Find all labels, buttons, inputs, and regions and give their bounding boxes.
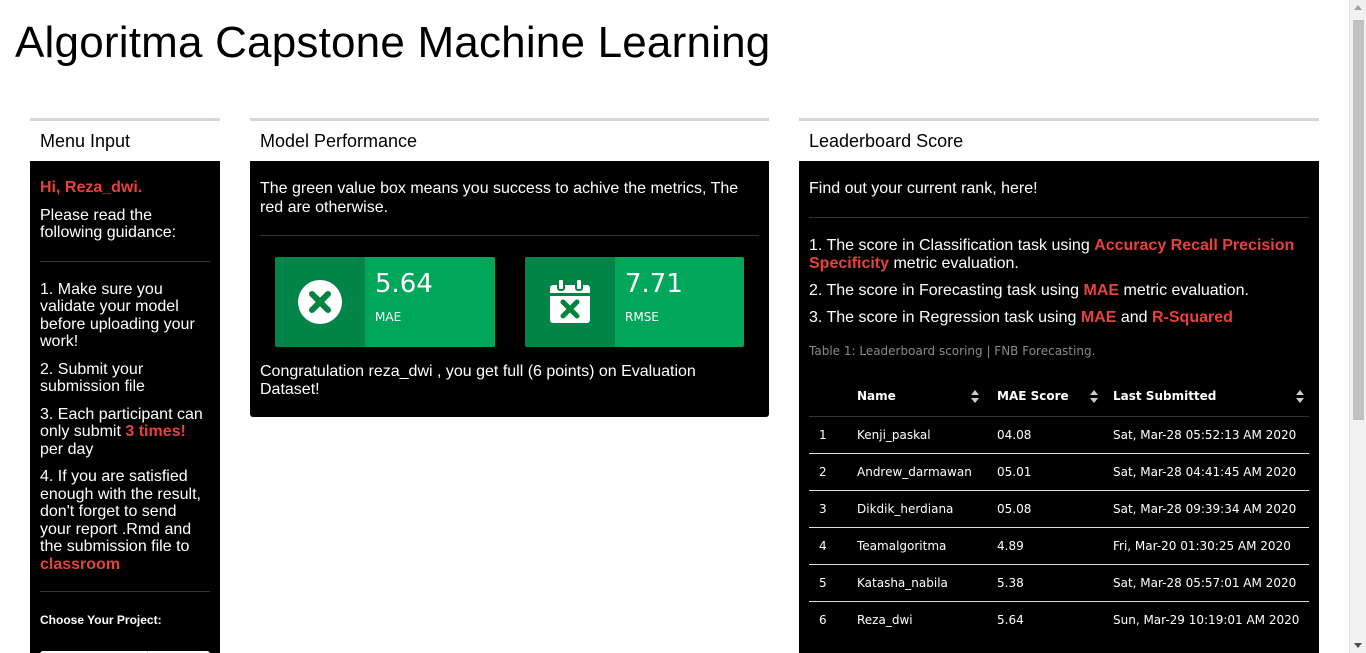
model-performance-panel: Model Performance The green value box me…: [250, 118, 769, 417]
metrics-note: The green value box means you success to…: [260, 180, 739, 216]
last-submitted-cell: Sat, Mar-28 05:52:13 AM 2020: [1103, 415, 1309, 453]
table-row: 5 Katasha_nabila 5.38 Sat, Mar-28 05:57:01 …: [809, 563, 1309, 601]
scroll-down-icon[interactable]: [1354, 643, 1362, 648]
menu-input-panel: Menu Input Hi, Reza_dwi. Please read the…: [30, 118, 220, 653]
scoring-classification-tail: metric evaluation.: [889, 255, 1019, 272]
column-header-submitted[interactable]: Last Submitted: [1103, 376, 1309, 417]
classroom-link[interactable]: classroom: [40, 556, 120, 573]
sort-icon: [1296, 390, 1304, 404]
sort-icon: [1090, 390, 1098, 404]
table-caption: Table 1: Leaderboard scoring | FNB Forec…: [809, 344, 1096, 358]
mae-score-cell: 04.08: [997, 415, 1103, 453]
divider: [260, 235, 759, 236]
mae-score-cell: 5.64: [997, 600, 1103, 638]
regression-metric-rsquared: R-Squared: [1152, 309, 1233, 326]
last-submitted-cell: Sat, Mar-28 04:41:45 AM 2020: [1103, 452, 1309, 490]
guidance-intro: Please read the following guidance:: [40, 206, 177, 242]
mae-value-box: 5.64 MAE: [275, 257, 495, 347]
mae-score-cell: 5.38: [997, 563, 1103, 601]
name-cell: Teamalgoritma: [855, 526, 997, 564]
last-submitted-cell: Sat, Mar-28 09:39:34 AM 2020: [1103, 489, 1309, 527]
table-row: 2 Andrew_darmawan 05.01 Sat, Mar-28 04:41:4…: [809, 452, 1309, 490]
column-header-mae[interactable]: MAE Score: [997, 376, 1103, 417]
rank-cell: 4: [809, 526, 855, 564]
name-cell: Andrew_darmawan: [855, 452, 997, 490]
divider: [40, 260, 210, 262]
leaderboard-body: Find out your current rank, here! 1. The…: [799, 161, 1319, 653]
table-row: 4 Teamalgoritma 4.89 Fri, Mar-20 01:30:25 A…: [809, 526, 1309, 564]
rmse-value-box: 7.71 RMSE: [525, 257, 744, 347]
rank-cell: 6: [809, 600, 855, 638]
rmse-value: 7.71: [625, 269, 683, 299]
rmse-label: RMSE: [625, 310, 659, 324]
regression-metric-mae: MAE: [1080, 309, 1117, 326]
column-header-mae-label: MAE Score: [997, 388, 1069, 403]
scoring-regression-text: 3. The score in Regression task using: [809, 309, 1081, 326]
column-header-rank[interactable]: [809, 376, 855, 417]
name-cell: Katasha_nabila: [855, 563, 997, 601]
column-header-submitted-label: Last Submitted: [1113, 388, 1217, 403]
scoring-forecasting: 2. The score in Forecasting task using M…: [809, 282, 1309, 300]
scoring-classification-text: 1. The score in Classification task usin…: [809, 237, 1095, 254]
table-row: 6 Reza_dwi 5.64 Sun, Mar-29 10:19:01 AM 202…: [809, 600, 1309, 638]
leaderboard-panel: Leaderboard Score Find out your current …: [799, 118, 1319, 653]
name-cell: Reza_dwi: [855, 600, 997, 638]
page-title: Algoritma Capstone Machine Learning: [15, 18, 771, 67]
mae-score-cell: 05.01: [997, 452, 1103, 490]
times-circle-icon: [275, 257, 365, 347]
last-submitted-cell: Sat, Mar-28 05:57:01 AM 2020: [1103, 563, 1309, 601]
submit-limit-emphasis: 3 times!: [125, 423, 186, 440]
table-row: 1 Kenji_paskal 04.08 Sat, Mar-28 05:52:13 A…: [809, 415, 1309, 453]
scoring-regression: 3. The score in Regression task using MA…: [809, 309, 1309, 327]
menu-input-body: Hi, Reza_dwi. Please read the following …: [30, 161, 220, 653]
guidance-item-4: 4. If you are satisfied enough with the …: [40, 468, 210, 573]
divider: [809, 217, 1309, 218]
guidance-item-3: 3. Each participant can only submit 3 ti…: [40, 406, 210, 459]
rank-cell: 5: [809, 563, 855, 601]
scoring-forecasting-tail: metric evaluation.: [1119, 282, 1249, 299]
scoring-classification: 1. The score in Classification task usin…: [809, 237, 1309, 273]
scoring-regression-and: and: [1116, 309, 1152, 326]
last-submitted-cell: Sun, Mar-29 10:19:01 AM 2020: [1103, 600, 1309, 638]
menu-input-header: Menu Input: [30, 118, 220, 161]
leaderboard-intro: Find out your current rank, here!: [809, 180, 1038, 197]
rank-cell: 3: [809, 489, 855, 527]
scroll-thumb[interactable]: [1353, 20, 1364, 420]
table-header-row: Name MAE Score Last Submitted: [809, 376, 1309, 417]
guidance-item-3-tail: per day: [40, 440, 94, 458]
guidance-item-1: 1. Make sure you validate your model bef…: [40, 280, 195, 351]
rank-cell: 2: [809, 452, 855, 490]
name-cell: Dikdik_herdiana: [855, 489, 997, 527]
greeting: Hi, Reza_dwi.: [40, 179, 143, 196]
column-header-name-label: Name: [857, 388, 896, 403]
choose-project-label: Choose Your Project:: [40, 613, 162, 627]
name-cell: Kenji_paskal: [855, 415, 997, 453]
leaderboard-table: Name MAE Score Last Submitted 1 Kenji_pas…: [809, 376, 1309, 638]
column-header-name[interactable]: Name: [855, 376, 997, 417]
scroll-up-icon[interactable]: [1354, 5, 1362, 10]
vertical-scrollbar[interactable]: [1349, 0, 1366, 653]
mae-value: 5.64: [375, 269, 433, 299]
sort-icon: [971, 390, 979, 404]
forecasting-metric: MAE: [1083, 282, 1120, 299]
model-performance-header: Model Performance: [250, 118, 769, 161]
guidance-item-4-text: 4. If you are satisfied enough with the …: [40, 468, 201, 555]
rank-cell: 1: [809, 415, 855, 453]
guidance-item-2: 2. Submit your submission file: [40, 360, 145, 396]
leaderboard-header: Leaderboard Score: [799, 118, 1319, 161]
congratulation-message: Congratulation reza_dwi , you get full (…: [260, 363, 696, 398]
divider: [40, 591, 210, 592]
mae-score-cell: 4.89: [997, 526, 1103, 564]
leaderboard-rows: 1 Kenji_paskal 04.08 Sat, Mar-28 05:52:13 A…: [809, 415, 1309, 638]
calendar-times-icon: [525, 257, 615, 347]
scoring-forecasting-text: 2. The score in Forecasting task using: [809, 282, 1084, 299]
last-submitted-cell: Fri, Mar-20 01:30:25 AM 2020: [1103, 526, 1309, 564]
table-row: 3 Dikdik_herdiana 05.08 Sat, Mar-28 09:39:3…: [809, 489, 1309, 527]
mae-score-cell: 05.08: [997, 489, 1103, 527]
mae-label: MAE: [375, 310, 402, 324]
